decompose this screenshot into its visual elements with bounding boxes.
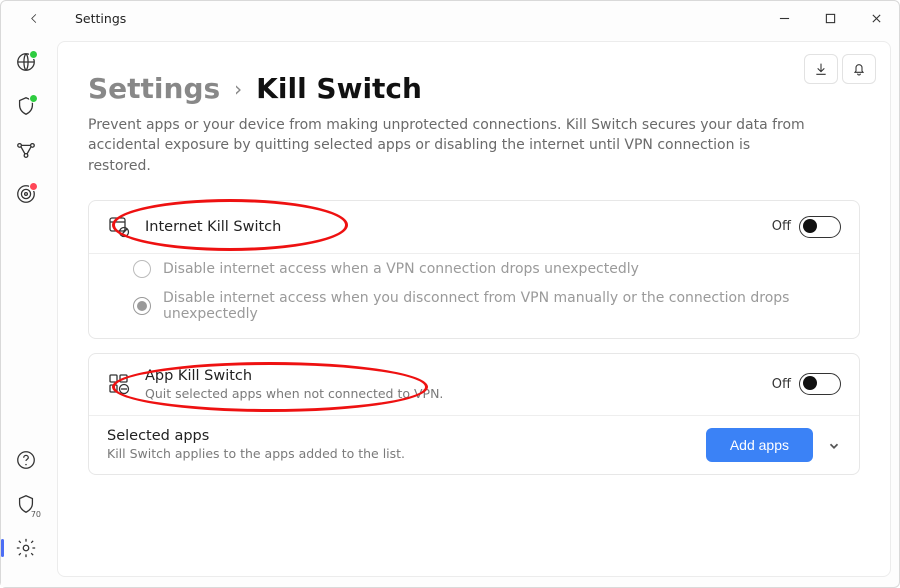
minimize-button[interactable] (761, 1, 807, 35)
internet-kill-title: Internet Kill Switch (145, 219, 758, 235)
radio-option-2[interactable] (133, 297, 151, 315)
sidebar: 70 (1, 35, 51, 587)
app-kill-subtitle: Quit selected apps when not connected to… (145, 386, 758, 401)
shield-badge: 70 (31, 510, 41, 519)
app-kill-title: App Kill Switch (145, 368, 758, 384)
breadcrumb: Settings › Kill Switch (88, 72, 860, 105)
radio-label-1: Disable internet access when a VPN conne… (163, 261, 639, 277)
close-button[interactable] (853, 1, 899, 35)
internet-kill-state: Off (772, 219, 791, 234)
titlebar: Settings (1, 1, 899, 35)
shield-status-icon[interactable]: 70 (15, 493, 37, 515)
app-kill-state: Off (772, 377, 791, 392)
globe-icon[interactable] (15, 51, 37, 73)
download-button[interactable] (804, 54, 838, 84)
breadcrumb-parent[interactable]: Settings (88, 72, 220, 105)
settings-icon[interactable] (15, 537, 37, 559)
notifications-button[interactable] (842, 54, 876, 84)
selected-apps-title: Selected apps (107, 428, 692, 444)
mesh-icon[interactable] (15, 139, 37, 161)
app-block-icon (107, 372, 131, 396)
breadcrumb-separator: › (234, 77, 242, 101)
target-icon[interactable] (15, 183, 37, 205)
maximize-button[interactable] (807, 1, 853, 35)
page-title: Kill Switch (256, 72, 422, 105)
page-description: Prevent apps or your device from making … (88, 115, 808, 176)
help-icon[interactable] (15, 449, 37, 471)
browser-block-icon (107, 215, 131, 239)
internet-kill-options: Disable internet access when a VPN conne… (89, 254, 859, 338)
internet-kill-card: Internet Kill Switch Off Disable interne… (88, 200, 860, 339)
radio-label-2: Disable internet access when you disconn… (163, 290, 841, 322)
main-panel: Settings › Kill Switch Prevent apps or y… (57, 41, 891, 577)
app-kill-card: App Kill Switch Quit selected apps when … (88, 353, 860, 475)
app-kill-toggle[interactable] (799, 373, 841, 395)
back-button[interactable] (11, 1, 57, 35)
expand-apps-chevron[interactable] (827, 438, 841, 452)
shield-icon[interactable] (15, 95, 37, 117)
add-apps-button[interactable]: Add apps (706, 428, 813, 462)
selected-apps-subtitle: Kill Switch applies to the apps added to… (107, 446, 692, 461)
radio-option-1[interactable] (133, 260, 151, 278)
internet-kill-toggle[interactable] (799, 216, 841, 238)
window-title: Settings (75, 11, 126, 26)
